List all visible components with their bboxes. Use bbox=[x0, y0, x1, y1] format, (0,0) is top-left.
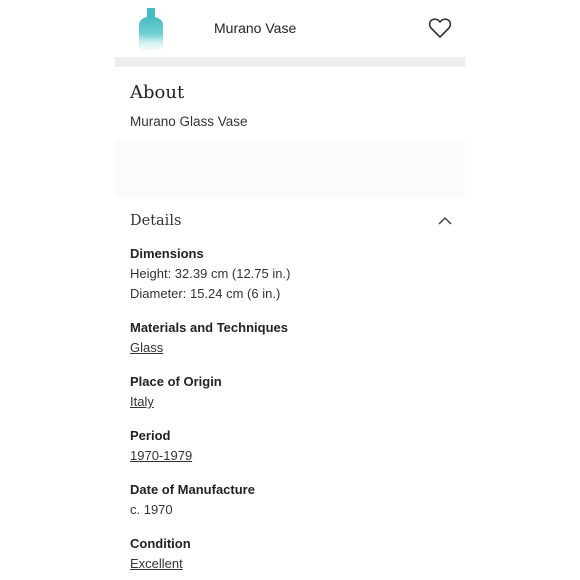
section-spacer bbox=[115, 140, 465, 197]
dimensions-height: Height: 32.39 cm (12.75 in.) bbox=[130, 266, 291, 281]
heart-icon[interactable] bbox=[428, 16, 452, 40]
manufacture-group: Date of Manufacture c. 1970 bbox=[130, 480, 255, 520]
materials-label: Materials and Techniques bbox=[130, 320, 288, 335]
condition-label: Condition bbox=[130, 536, 191, 551]
about-description: Murano Glass Vase bbox=[130, 114, 248, 129]
chevron-up-icon[interactable] bbox=[438, 216, 452, 226]
section-divider bbox=[115, 57, 465, 67]
period-group: Period 1970-1979 bbox=[130, 426, 192, 466]
details-heading[interactable]: Details bbox=[130, 213, 181, 229]
materials-group: Materials and Techniques Glass bbox=[130, 318, 288, 358]
manufacture-value: c. 1970 bbox=[130, 502, 173, 517]
product-header: Murano Vase bbox=[115, 0, 465, 57]
period-label: Period bbox=[130, 428, 171, 443]
dimensions-diameter: Diameter: 15.24 cm (6 in.) bbox=[130, 286, 281, 301]
vase-thumbnail-icon[interactable] bbox=[137, 7, 165, 51]
origin-group: Place of Origin Italy bbox=[130, 372, 222, 412]
condition-group: Condition Excellent bbox=[130, 534, 191, 574]
dimensions-group: Dimensions Height: 32.39 cm (12.75 in.) … bbox=[130, 244, 290, 304]
product-title: Murano Vase bbox=[214, 20, 297, 36]
origin-link[interactable]: Italy bbox=[130, 392, 222, 412]
condition-link[interactable]: Excellent bbox=[130, 554, 191, 574]
materials-link[interactable]: Glass bbox=[130, 338, 288, 358]
period-link[interactable]: 1970-1979 bbox=[130, 446, 192, 466]
about-section: About Murano Glass Vase bbox=[115, 67, 465, 140]
dimensions-label: Dimensions bbox=[130, 246, 204, 261]
origin-label: Place of Origin bbox=[130, 374, 222, 389]
details-section: Details Dimensions Height: 32.39 cm (12.… bbox=[115, 197, 465, 580]
about-heading: About bbox=[130, 82, 185, 103]
manufacture-label: Date of Manufacture bbox=[130, 482, 255, 497]
